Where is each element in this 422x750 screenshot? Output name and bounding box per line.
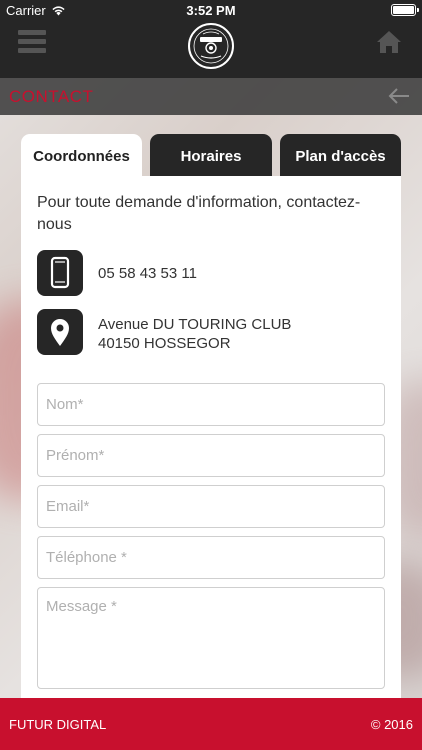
tab-coordonnees[interactable]: Coordonnées (21, 134, 142, 178)
smartphone-icon[interactable] (37, 250, 83, 296)
footer-copyright: © 2016 (370, 717, 413, 732)
arrow-left-icon[interactable] (388, 86, 410, 106)
contact-card: Pour toute demande d'information, contac… (21, 176, 401, 750)
section-title: CONTACT (9, 87, 94, 106)
address-line1: Avenue DU TOURING CLUB (98, 316, 292, 333)
restaurant-logo-icon[interactable] (188, 23, 234, 69)
footer: FUTUR DIGITAL © 2016 (0, 698, 422, 750)
section-header: CONTACT (0, 78, 422, 115)
telephone-field[interactable] (37, 536, 385, 579)
battery-fill (393, 6, 414, 14)
phone-number[interactable]: 05 58 43 53 11 (98, 264, 197, 283)
tab-horaires[interactable]: Horaires (150, 134, 272, 178)
tab-plan-acces[interactable]: Plan d'accès (280, 134, 401, 178)
hamburger-menu-icon[interactable] (18, 30, 46, 54)
battery-icon (391, 4, 419, 16)
footer-brand[interactable]: FUTUR DIGITAL (9, 717, 106, 732)
nom-field[interactable] (37, 383, 385, 426)
map-pin-icon[interactable] (37, 309, 83, 355)
home-icon[interactable] (376, 30, 402, 54)
message-field[interactable] (37, 587, 385, 689)
nav-bar (0, 20, 422, 78)
email-field[interactable] (37, 485, 385, 528)
address-line2: 40150 HOSSEGOR (98, 335, 231, 352)
intro-text: Pour toute demande d'information, contac… (37, 194, 361, 233)
status-bar: Carrier 3:52 PM (0, 0, 422, 20)
address[interactable]: Avenue DU TOURING CLUB 40150 HOSSEGOR (98, 315, 291, 353)
prenom-field[interactable] (37, 434, 385, 477)
status-time: 3:52 PM (186, 3, 236, 18)
